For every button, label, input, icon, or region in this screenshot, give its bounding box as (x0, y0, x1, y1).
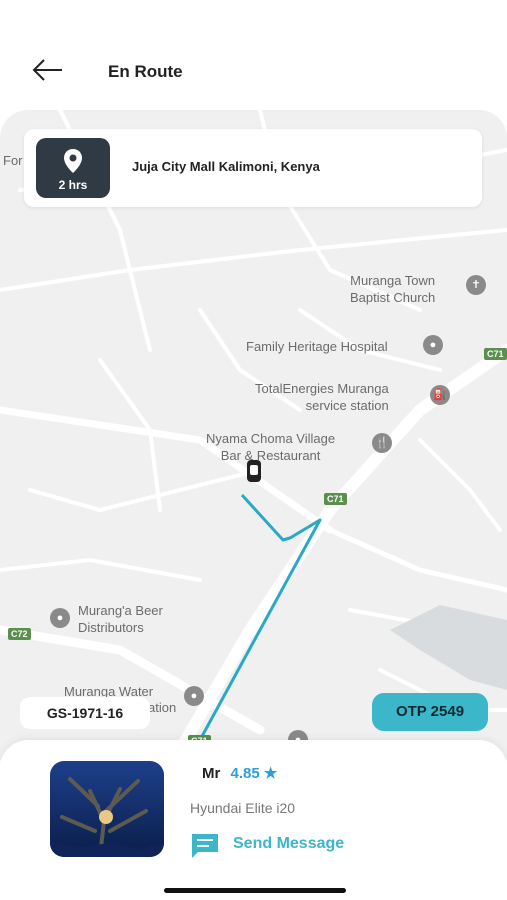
location-pin-icon (64, 149, 82, 173)
back-button[interactable] (30, 58, 66, 86)
beer-distributor-pin-icon: ● (50, 608, 70, 628)
driver-rating: 4.85 ★ (230, 765, 278, 782)
star-icon: ★ (263, 765, 278, 782)
arrow-left-icon (32, 59, 62, 81)
map-label-hospital: Family Heritage Hospital (246, 339, 388, 354)
destination-card: 2 hrs Juja City Mall Kalimoni, Kenya (24, 129, 482, 207)
hospital-pin-icon: ● (423, 335, 443, 355)
driver-avatar[interactable] (50, 761, 164, 857)
driver-avatar-image (50, 761, 164, 857)
church-icon: ✝ (466, 275, 486, 295)
map-label-nyama-choma: Nyama Choma Village Bar & Restaurant (206, 431, 336, 463)
map-label-for: For (3, 153, 23, 168)
driver-title: Mr (202, 765, 221, 782)
driver-info: Mr 4.85 ★ (202, 764, 277, 782)
license-plate: GS-1971-16 (20, 697, 150, 729)
destination-address: Juja City Mall Kalimoni, Kenya (132, 159, 320, 174)
map-label-beer-distributors: Murang'a Beer Distributors (78, 603, 163, 635)
restaurant-icon: 🍴 (372, 433, 392, 453)
eta-badge: 2 hrs (36, 138, 110, 198)
otp-badge[interactable]: OTP 2549 (372, 693, 488, 731)
eta-text: 2 hrs (58, 178, 88, 192)
car-model: Hyundai Elite i20 (190, 800, 296, 816)
map-view[interactable]: For Muranga Town Baptist Church ✝ Family… (0, 110, 507, 760)
driver-sheet: Mr 4.85 ★ Hyundai Elite i20 Send Message (0, 740, 507, 900)
map-label-water-station: ation (148, 700, 177, 715)
fuel-station-icon: ⛽ (430, 385, 450, 405)
chat-icon (192, 834, 218, 858)
map-label-baptist-church: Muranga Town Baptist Church (350, 273, 436, 305)
road-badge-c71: C71 (324, 493, 347, 505)
page-title: En Route (108, 62, 183, 81)
road-badge-c71: C71 (484, 348, 507, 360)
header: En Route (0, 0, 507, 110)
water-pin-icon: ● (184, 686, 204, 706)
send-message-label: Send Message (233, 835, 345, 852)
road-badge-c72: C72 (8, 628, 31, 640)
map-label-totalenergies: TotalEnergies Muranga service station (255, 381, 389, 413)
home-indicator (164, 888, 346, 893)
